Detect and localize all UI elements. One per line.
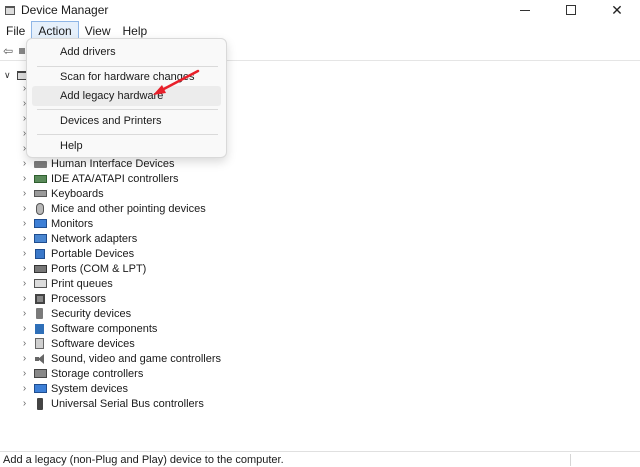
chevron-down-icon[interactable]: ∨	[4, 70, 14, 81]
tree-item-network-adapters[interactable]: › Network adapters	[20, 231, 137, 246]
menu-item-add-drivers[interactable]: Add drivers	[32, 42, 221, 62]
tree-item-ports[interactable]: › Ports (COM & LPT)	[20, 261, 147, 276]
storage-controller-icon	[34, 369, 47, 378]
tree-item-label: Monitors	[51, 217, 94, 230]
tree-item-human-interface-devices[interactable]: › Human Interface Devices	[20, 156, 175, 171]
title-bar: Device Manager ✕	[0, 0, 640, 20]
tree-item-security-devices[interactable]: › Security devices	[20, 306, 131, 321]
action-menu-dropdown: Add drivers Scan for hardware changes Ad…	[26, 38, 227, 158]
tree-item-label: Portable Devices	[51, 247, 135, 260]
window-controls: ✕	[502, 0, 640, 20]
network-adapter-icon	[34, 234, 47, 243]
tree-item-print-queues[interactable]: › Print queues	[20, 276, 113, 291]
chevron-right-icon[interactable]: ›	[20, 248, 29, 259]
device-manager-icon	[5, 5, 15, 15]
software-device-icon	[35, 338, 44, 349]
chevron-right-icon[interactable]: ›	[20, 278, 29, 289]
tree-item-label: System devices	[51, 382, 129, 395]
minimize-icon	[520, 9, 530, 11]
tree-item-label: Universal Serial Bus controllers	[51, 397, 204, 410]
tree-item-label: Print queues	[51, 277, 113, 290]
tree-item-label: Sound, video and game controllers	[51, 352, 221, 365]
menu-item-help[interactable]: Help	[32, 136, 221, 156]
toolbar-properties-icon[interactable]	[19, 47, 25, 54]
tree-item-storage-controllers[interactable]: › Storage controllers	[20, 366, 144, 381]
maximize-button[interactable]	[548, 0, 594, 20]
monitor-icon	[34, 219, 47, 228]
chevron-right-icon[interactable]: ›	[20, 323, 29, 334]
tree-item-label: Software devices	[51, 337, 135, 350]
tree-item-sound-video-game[interactable]: › Sound, video and game controllers	[20, 351, 221, 366]
mouse-icon	[36, 202, 44, 215]
close-icon: ✕	[611, 1, 623, 18]
chevron-right-icon[interactable]: ›	[20, 158, 29, 169]
tree-item-label: Network adapters	[51, 232, 138, 245]
tree-item-label: Security devices	[51, 307, 132, 320]
tree-item-label: Human Interface Devices	[51, 157, 175, 170]
software-component-icon	[35, 323, 44, 334]
chevron-right-icon[interactable]: ›	[20, 368, 29, 379]
chevron-right-icon[interactable]: ›	[20, 188, 29, 199]
chevron-right-icon[interactable]: ›	[20, 398, 29, 409]
tree-item-keyboards[interactable]: › Keyboards	[20, 186, 104, 201]
menu-file[interactable]: File	[0, 21, 31, 41]
chevron-right-icon[interactable]: ›	[20, 203, 29, 214]
system-device-icon	[34, 384, 47, 393]
chevron-right-icon[interactable]: ›	[20, 338, 29, 349]
ports-icon	[34, 264, 47, 273]
chevron-right-icon[interactable]: ›	[20, 233, 29, 244]
tree-item-mice[interactable]: › Mice and other pointing devices	[20, 201, 206, 216]
status-text: Add a legacy (non-Plug and Play) device …	[3, 453, 284, 466]
tree-item-label: Software components	[51, 322, 158, 335]
chevron-right-icon[interactable]: ›	[20, 308, 29, 319]
tree-item-software-devices[interactable]: › Software devices	[20, 336, 135, 351]
minimize-button[interactable]	[502, 0, 548, 20]
chevron-right-icon[interactable]: ›	[20, 263, 29, 274]
tree-item-label: Processors	[51, 292, 107, 305]
speaker-icon	[35, 353, 45, 364]
keyboard-icon	[34, 190, 47, 197]
processor-icon	[35, 293, 45, 304]
tree-item-label: Keyboards	[51, 187, 104, 200]
tree-item-system-devices[interactable]: › System devices	[20, 381, 128, 396]
tree-item-usb-controllers[interactable]: › Universal Serial Bus controllers	[20, 396, 204, 411]
chevron-right-icon[interactable]: ›	[20, 173, 29, 184]
menu-item-devices-printers[interactable]: Devices and Printers	[32, 111, 221, 131]
tree-root[interactable]: ∨	[4, 68, 27, 82]
ide-controller-icon	[34, 174, 47, 183]
security-device-icon	[36, 308, 43, 319]
tree-item-processors[interactable]: › Processors	[20, 291, 106, 306]
menu-separator	[37, 134, 218, 135]
usb-icon	[37, 397, 43, 410]
tree-item-monitors[interactable]: › Monitors	[20, 216, 93, 231]
tree-item-portable-devices[interactable]: › Portable Devices	[20, 246, 134, 261]
chevron-right-icon[interactable]: ›	[20, 383, 29, 394]
tree-item-software-components[interactable]: › Software components	[20, 321, 158, 336]
menu-separator	[37, 109, 218, 110]
annotation-arrow-icon	[153, 69, 200, 95]
maximize-icon	[566, 5, 576, 15]
tree-item-ide-controllers[interactable]: › IDE ATA/ATAPI controllers	[20, 171, 179, 186]
close-button[interactable]: ✕	[594, 0, 640, 20]
printer-icon	[34, 279, 47, 288]
back-arrow-icon[interactable]: ⇦	[3, 45, 15, 57]
status-bar: Add a legacy (non-Plug and Play) device …	[0, 451, 640, 467]
status-divider	[570, 454, 571, 466]
tree-item-label: IDE ATA/ATAPI controllers	[51, 172, 179, 185]
tree-item-label: Ports (COM & LPT)	[51, 262, 147, 275]
chevron-right-icon[interactable]: ›	[20, 353, 29, 364]
chevron-right-icon[interactable]: ›	[20, 218, 29, 229]
window-title: Device Manager	[21, 3, 109, 17]
hid-icon	[34, 161, 47, 168]
portable-device-icon	[35, 248, 45, 259]
tree-item-label: Storage controllers	[51, 367, 144, 380]
tree-item-label: Mice and other pointing devices	[51, 202, 206, 215]
chevron-right-icon[interactable]: ›	[20, 293, 29, 304]
